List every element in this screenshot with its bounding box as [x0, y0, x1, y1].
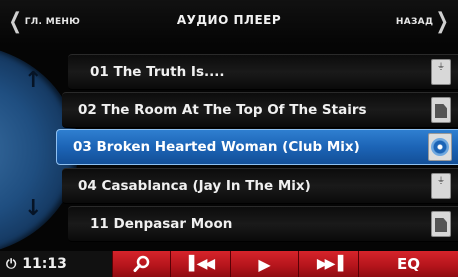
sd-card-icon [431, 211, 451, 237]
track-row[interactable]: 02 The Room At The Top Of The Stairs [62, 92, 458, 128]
next-track-button[interactable]: ▶▶▐ [298, 251, 358, 277]
track-title: 01 The Truth Is.... [90, 64, 225, 80]
clock-display: ⏻ 11:13 [0, 251, 112, 277]
power-icon[interactable]: ⏻ [6, 257, 16, 272]
equalizer-button[interactable]: EQ [358, 251, 458, 277]
page-title: АУДИО ПЛЕЕР [176, 13, 282, 27]
search-icon [133, 255, 149, 272]
back-button[interactable]: НАЗАД ❯ [396, 10, 452, 34]
track-row[interactable]: 01 The Truth Is.... ⏚ [68, 54, 458, 90]
track-title: 04 Casablanca (Jay In The Mix) [78, 178, 311, 194]
audio-player-screen: ❮ ГЛ. МЕНЮ АУДИО ПЛЕЕР НАЗАД ❯ ↑ ↓ 01 Th… [0, 0, 458, 277]
track-list: 01 The Truth Is.... ⏚ 02 The Room At The… [0, 50, 458, 250]
track-title: 11 Denpasar Moon [90, 216, 233, 232]
search-button[interactable] [112, 251, 170, 277]
sd-card-icon [431, 97, 451, 123]
play-button[interactable]: ▶ [230, 251, 298, 277]
play-icon: ▶ [258, 254, 271, 274]
chevron-right-icon: ❯ [436, 9, 450, 34]
cd-icon [428, 133, 452, 161]
header-bar: ❮ ГЛ. МЕНЮ АУДИО ПЛЕЕР НАЗАД ❯ [0, 0, 458, 44]
track-title: 02 The Room At The Top Of The Stairs [78, 102, 367, 118]
previous-track-button[interactable]: ▌◀◀ [170, 251, 230, 277]
track-row-selected[interactable]: 03 Broken Hearted Woman (Club Mix) [56, 129, 458, 165]
clock-time: 11:13 [22, 256, 67, 272]
usb-icon: ⏚ [431, 173, 451, 199]
skip-back-icon: ▌◀◀ [188, 256, 215, 272]
usb-icon: ⏚ [431, 59, 451, 85]
control-bar: ⏻ 11:13 ▌◀◀ ▶ ▶▶▐ EQ [0, 251, 458, 277]
track-row[interactable]: 04 Casablanca (Jay In The Mix) ⏚ [62, 168, 458, 204]
skip-forward-icon: ▶▶▐ [316, 256, 343, 272]
back-label: НАЗАД [395, 17, 434, 27]
track-row[interactable]: 11 Denpasar Moon [68, 206, 458, 242]
track-title: 03 Broken Hearted Woman (Club Mix) [73, 139, 360, 155]
